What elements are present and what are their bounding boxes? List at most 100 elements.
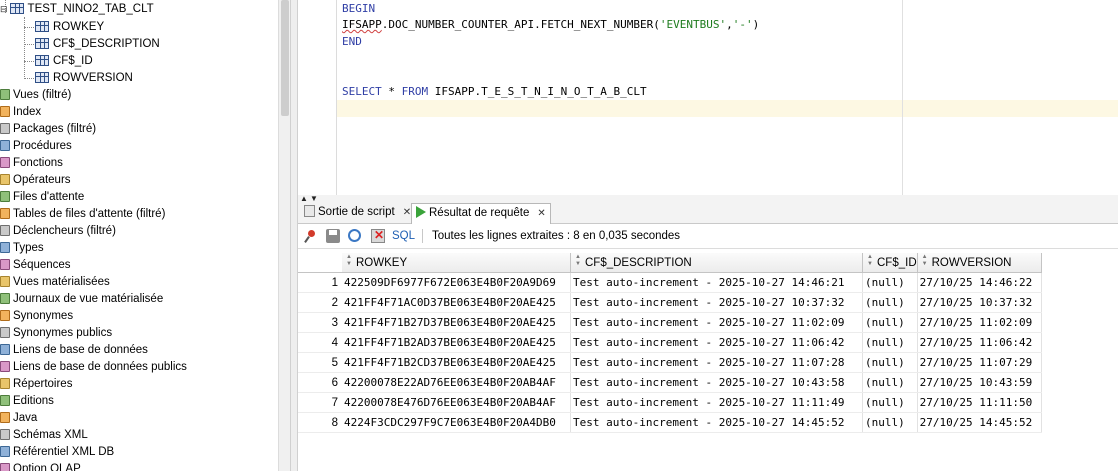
cell-id[interactable]: (null) bbox=[862, 352, 918, 373]
public-dblink-icon bbox=[0, 361, 10, 372]
close-icon[interactable]: ✕ bbox=[403, 207, 411, 218]
collapse-icon[interactable]: ⊟ bbox=[0, 4, 8, 14]
tab-script-output[interactable]: Sortie de script ✕ bbox=[300, 203, 415, 222]
tree-node-column[interactable]: CF$_DESCRIPTION bbox=[35, 36, 160, 53]
tree-node-folder[interactable]: Liens de base de données bbox=[0, 342, 148, 359]
table-row[interactable]: 8 4224F3CDC297F9C7E063E4B0F20A4DB0 Test au… bbox=[298, 412, 1042, 433]
tree-node-folder[interactable]: Séquences bbox=[0, 257, 71, 274]
tree-node-folder[interactable]: Index bbox=[0, 104, 41, 121]
cell-description[interactable]: Test auto-increment - 2025-10-27 10:43:5… bbox=[570, 372, 863, 393]
cell-description[interactable]: Test auto-increment - 2025-10-27 14:45:5… bbox=[570, 412, 863, 433]
table-row[interactable]: 1 422509DF6977F672E063E4B0F20A9D69 Test au… bbox=[298, 272, 1042, 293]
cell-rowkey[interactable]: 422509DF6977F672E063E4B0F20A9D69 bbox=[342, 272, 571, 293]
cell-id[interactable]: (null) bbox=[862, 312, 918, 333]
code-line: END bbox=[342, 33, 362, 50]
cell-description[interactable]: Test auto-increment - 2025-10-27 11:06:4… bbox=[570, 332, 863, 353]
tree-node-folder[interactable]: Types bbox=[0, 240, 44, 257]
tree-node-table[interactable]: ⊟ TEST_NINO2_TAB_CLT bbox=[0, 1, 154, 18]
table-row[interactable]: 7 42200078E476D76EE063E4B0F20AB4AF Test au… bbox=[298, 392, 1042, 413]
tree-node-folder[interactable]: Option OLAP bbox=[0, 461, 81, 471]
tree-node-folder[interactable]: Référentiel XML DB bbox=[0, 444, 114, 461]
print-icon[interactable] bbox=[326, 229, 340, 243]
tree-guide bbox=[24, 61, 34, 62]
tree-node-folder[interactable]: Schémas XML bbox=[0, 427, 88, 444]
cell-rowversion[interactable]: 27/10/25 11:11:50 bbox=[917, 392, 1042, 413]
cell-rowversion[interactable]: 27/10/25 10:37:32 bbox=[917, 292, 1042, 313]
table-row[interactable]: 6 42200078E22AD76EE063E4B0F20AB4AF Test au… bbox=[298, 372, 1042, 393]
tree-node-folder[interactable]: Répertoires bbox=[0, 376, 72, 393]
tree-node-column[interactable]: ROWKEY bbox=[35, 19, 104, 36]
scrollbar-thumb[interactable] bbox=[281, 0, 289, 116]
tree-node-folder[interactable]: Vues matérialisées bbox=[0, 274, 110, 291]
cell-id[interactable]: (null) bbox=[862, 272, 918, 293]
tree-node-folder[interactable]: Liens de base de données publics bbox=[0, 359, 187, 376]
tree-node-folder[interactable]: Files d'attente bbox=[0, 189, 84, 206]
cell-rowkey[interactable]: 421FF4F71B27D37BE063E4B0F20AE425 bbox=[342, 312, 571, 333]
folder-label: Packages (filtré) bbox=[13, 123, 97, 135]
cell-rowkey[interactable]: 421FF4F71AC0D37BE063E4B0F20AE425 bbox=[342, 292, 571, 313]
cell-rowversion[interactable]: 27/10/25 11:02:09 bbox=[917, 312, 1042, 333]
tree-node-folder[interactable]: Vues (filtré) bbox=[0, 87, 71, 104]
sql-button[interactable]: SQL bbox=[392, 228, 415, 244]
cell-id[interactable]: (null) bbox=[862, 292, 918, 313]
tree-node-folder[interactable]: Packages (filtré) bbox=[0, 121, 96, 138]
cell-rowversion[interactable]: 27/10/25 14:46:22 bbox=[917, 272, 1042, 293]
close-icon[interactable]: ✕ bbox=[537, 208, 545, 219]
cancel-query-icon[interactable] bbox=[371, 228, 385, 243]
tree-node-folder[interactable]: Tables de files d'attente (filtré) bbox=[0, 206, 165, 223]
cell-rowkey[interactable]: 4224F3CDC297F9C7E063E4B0F20A4DB0 bbox=[342, 412, 571, 433]
tree-node-folder[interactable]: Editions bbox=[0, 393, 54, 410]
tree-node-folder[interactable]: Déclencheurs (filtré) bbox=[0, 223, 116, 240]
column-label: CF$_ID bbox=[53, 55, 93, 67]
table-row[interactable]: 3 421FF4F71B27D37BE063E4B0F20AE425 Test au… bbox=[298, 312, 1042, 333]
table-row[interactable]: 4 421FF4F71B2AD37BE063E4B0F20AE425 Test au… bbox=[298, 332, 1042, 353]
tree-node-folder[interactable]: Java bbox=[0, 410, 37, 427]
cell-rowversion[interactable]: 27/10/25 11:06:42 bbox=[917, 332, 1042, 353]
cell-rowversion[interactable]: 27/10/25 10:43:59 bbox=[917, 372, 1042, 393]
tree-node-folder[interactable]: Journaux de vue matérialisée bbox=[0, 291, 163, 308]
xml-schema-icon bbox=[0, 429, 10, 440]
directory-icon bbox=[0, 378, 10, 389]
tree-node-folder[interactable]: Fonctions bbox=[0, 155, 63, 172]
tree-node-column[interactable]: CF$_ID bbox=[35, 53, 93, 70]
cell-id[interactable]: (null) bbox=[862, 412, 918, 433]
cell-rowversion[interactable]: 27/10/25 14:45:52 bbox=[917, 412, 1042, 433]
cell-rowversion[interactable]: 27/10/25 11:07:29 bbox=[917, 352, 1042, 373]
cell-rowkey[interactable]: 421FF4F71B2AD37BE063E4B0F20AE425 bbox=[342, 332, 571, 353]
cell-rowkey[interactable]: 421FF4F71B2CD37BE063E4B0F20AE425 bbox=[342, 352, 571, 373]
cell-description[interactable]: Test auto-increment - 2025-10-27 11:11:4… bbox=[570, 392, 863, 413]
cell-id[interactable]: (null) bbox=[862, 332, 918, 353]
column-header-description[interactable]: CF$_DESCRIPTION bbox=[570, 253, 863, 273]
collapse-down-icon[interactable]: ▼ bbox=[310, 195, 318, 203]
column-header-id[interactable]: CF$_ID bbox=[862, 253, 918, 273]
column-header-label: ROWKEY bbox=[356, 256, 408, 269]
cell-description[interactable]: Test auto-increment - 2025-10-27 11:02:0… bbox=[570, 312, 863, 333]
cell-rowkey[interactable]: 42200078E22AD76EE063E4B0F20AB4AF bbox=[342, 372, 571, 393]
tab-query-result[interactable]: Résultat de requête ✕ bbox=[411, 203, 551, 224]
tab-label: Sortie de script bbox=[318, 206, 395, 218]
table-row[interactable]: 2 421FF4F71AC0D37BE063E4B0F20AE425 Test au… bbox=[298, 292, 1042, 313]
current-line-highlight bbox=[337, 100, 1118, 117]
collapse-up-icon[interactable]: ▲ bbox=[300, 195, 308, 203]
tree-node-folder[interactable]: Synonymes publics bbox=[0, 325, 112, 342]
query-result-grid[interactable]: ROWKEY CF$_DESCRIPTION CF$_ID ROWVERSION… bbox=[298, 253, 1118, 433]
tree-node-folder[interactable]: Synonymes bbox=[0, 308, 73, 325]
panel-resize-bar[interactable]: ▲ ▼ bbox=[298, 195, 1118, 203]
cell-rowkey[interactable]: 42200078E476D76EE063E4B0F20AB4AF bbox=[342, 392, 571, 413]
refresh-icon[interactable] bbox=[348, 229, 361, 242]
tree-node-folder[interactable]: Procédures bbox=[0, 138, 72, 155]
row-number: 4 bbox=[298, 332, 342, 353]
pin-icon[interactable] bbox=[304, 229, 318, 243]
table-row[interactable]: 5 421FF4F71B2CD37BE063E4B0F20AE425 Test au… bbox=[298, 352, 1042, 373]
sql-worksheet-editor[interactable]: BEGIN IFSAPP.DOC_NUMBER_COUNTER_API.FETC… bbox=[298, 0, 1118, 196]
tree-node-folder[interactable]: Opérateurs bbox=[0, 172, 71, 189]
cell-description[interactable]: Test auto-increment - 2025-10-27 14:46:2… bbox=[570, 272, 863, 293]
column-header-rowkey[interactable]: ROWKEY bbox=[342, 253, 571, 273]
cell-id[interactable]: (null) bbox=[862, 392, 918, 413]
panel-splitter[interactable] bbox=[290, 0, 298, 471]
cell-description[interactable]: Test auto-increment - 2025-10-27 11:07:2… bbox=[570, 352, 863, 373]
cell-id[interactable]: (null) bbox=[862, 372, 918, 393]
tree-node-column[interactable]: ROWVERSION bbox=[35, 70, 133, 87]
column-header-rowversion[interactable]: ROWVERSION bbox=[917, 253, 1042, 273]
cell-description[interactable]: Test auto-increment - 2025-10-27 10:37:3… bbox=[570, 292, 863, 313]
